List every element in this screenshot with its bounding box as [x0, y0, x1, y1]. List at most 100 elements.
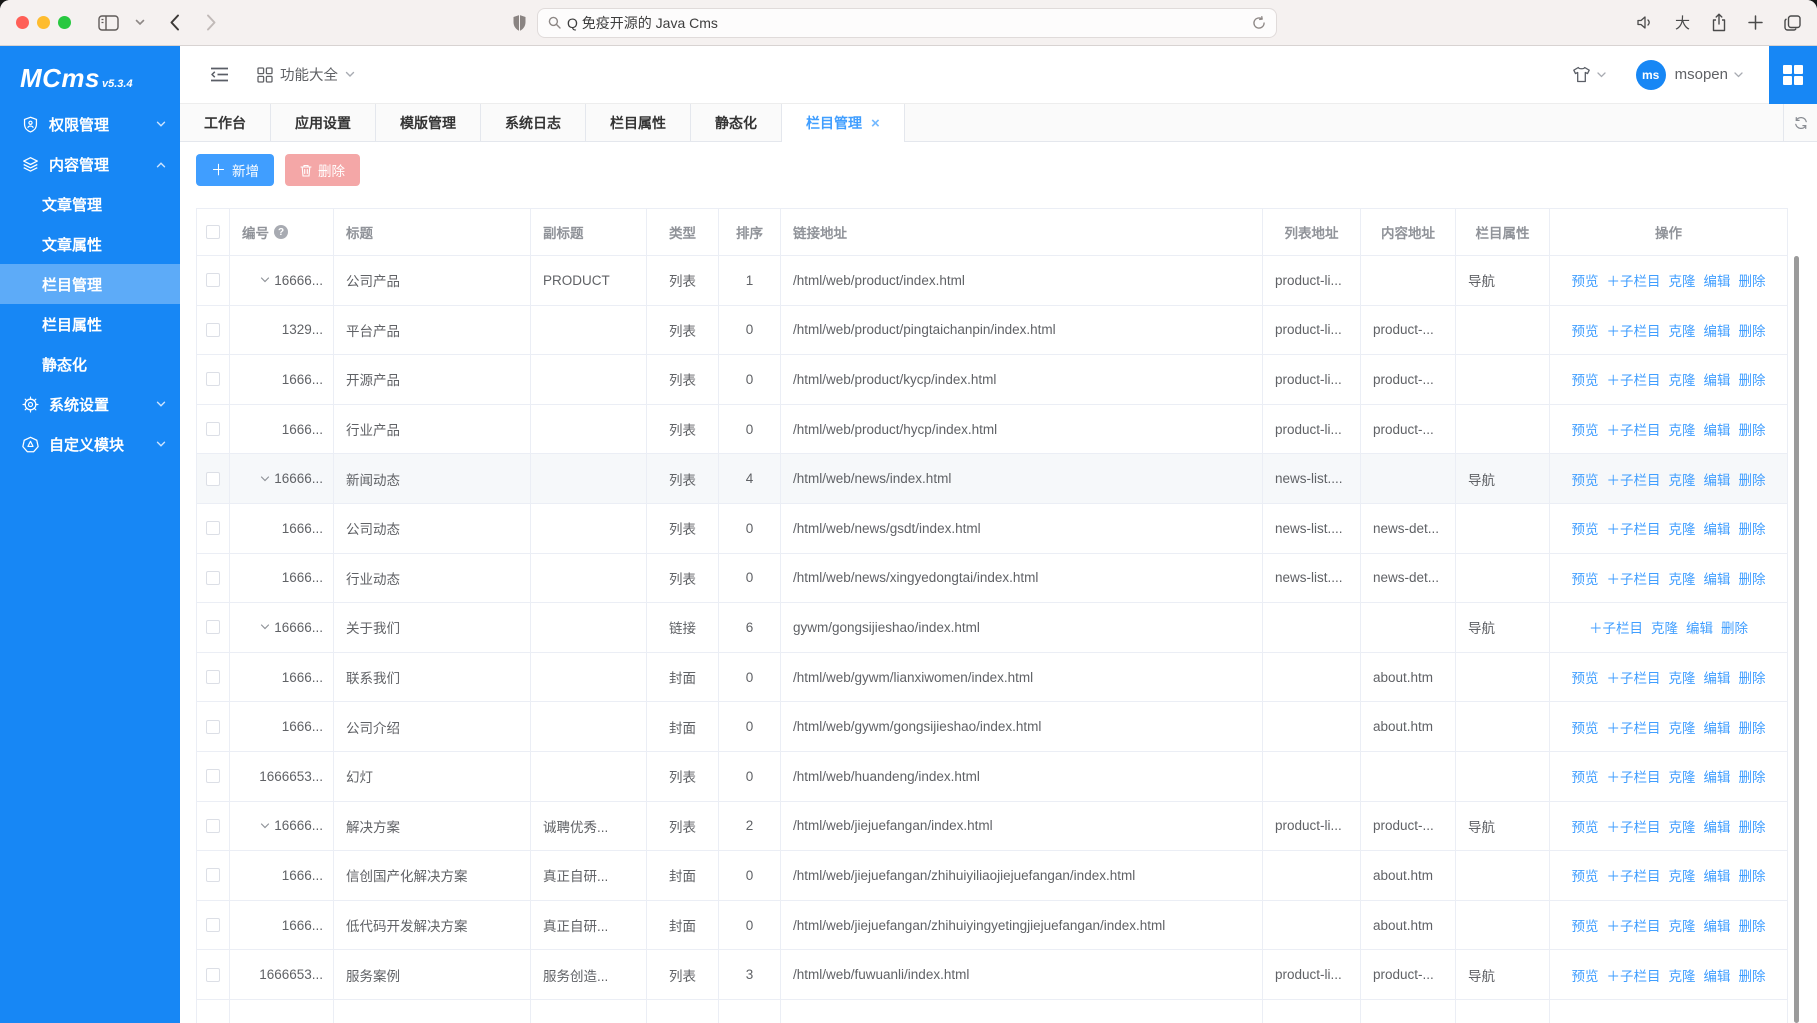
op-preview-link[interactable]: 预览 [1572, 965, 1599, 985]
maximize-window-icon[interactable] [58, 16, 71, 29]
sidebar-toggle-icon[interactable] [98, 15, 119, 31]
op-edit-link[interactable]: 编辑 [1704, 518, 1731, 538]
sidebar-item-0[interactable]: 权限管理 [0, 104, 180, 144]
sidebar-chevron-icon[interactable] [135, 19, 145, 26]
op-delete-link[interactable]: 删除 [1739, 270, 1766, 290]
op-delete-link[interactable]: 删除 [1739, 667, 1766, 687]
op-edit-link[interactable]: 编辑 [1704, 965, 1731, 985]
op-clone-link[interactable]: 克隆 [1669, 667, 1696, 687]
op-delete-link[interactable]: 删除 [1739, 568, 1766, 588]
sidebar-item-6[interactable]: 静态化 [0, 344, 180, 384]
op-edit-link[interactable]: 编辑 [1704, 469, 1731, 489]
op-add-sub-column-link[interactable]: ＋子栏目 [1607, 518, 1661, 538]
op-preview-link[interactable]: 预览 [1572, 369, 1599, 389]
op-edit-link[interactable]: 编辑 [1704, 369, 1731, 389]
op-preview-link[interactable]: 预览 [1572, 717, 1599, 737]
delete-button[interactable]: 删除 [285, 154, 360, 186]
add-button[interactable]: ＋ 新增 [196, 154, 274, 186]
op-preview-link[interactable]: 预览 [1572, 320, 1599, 340]
op-edit-link[interactable]: 编辑 [1704, 419, 1731, 439]
op-edit-link[interactable]: 编辑 [1704, 568, 1731, 588]
op-add-sub-column-link[interactable]: ＋子栏目 [1607, 717, 1661, 737]
close-window-icon[interactable] [16, 16, 29, 29]
vertical-scrollbar[interactable] [1794, 256, 1799, 1023]
op-edit-link[interactable]: 编辑 [1704, 667, 1731, 687]
app-launcher-button[interactable] [1769, 46, 1817, 104]
op-edit-link[interactable]: 编辑 [1686, 617, 1713, 637]
op-edit-link[interactable]: 编辑 [1704, 766, 1731, 786]
op-delete-link[interactable]: 删除 [1739, 320, 1766, 340]
row-checkbox[interactable] [206, 918, 220, 932]
op-add-sub-column-link[interactable]: ＋子栏目 [1607, 865, 1661, 885]
op-delete-link[interactable]: 删除 [1721, 617, 1748, 637]
op-add-sub-column-link[interactable]: ＋子栏目 [1607, 816, 1661, 836]
row-checkbox[interactable] [206, 819, 220, 833]
sidebar-item-4[interactable]: 栏目管理 [0, 264, 180, 304]
op-add-sub-column-link[interactable]: ＋子栏目 [1607, 915, 1661, 935]
op-add-sub-column-link[interactable]: ＋子栏目 [1607, 766, 1661, 786]
op-clone-link[interactable]: 克隆 [1669, 965, 1696, 985]
op-delete-link[interactable]: 删除 [1739, 717, 1766, 737]
op-edit-link[interactable]: 编辑 [1704, 865, 1731, 885]
text-size-icon[interactable]: 大 [1675, 12, 1690, 33]
tab-4[interactable]: 栏目属性 [586, 104, 691, 141]
op-preview-link[interactable]: 预览 [1572, 568, 1599, 588]
sidebar-item-8[interactable]: 自定义模块 [0, 424, 180, 464]
op-add-sub-column-link[interactable]: ＋子栏目 [1589, 617, 1643, 637]
speaker-icon[interactable] [1636, 15, 1654, 30]
op-clone-link[interactable]: 克隆 [1669, 816, 1696, 836]
row-checkbox[interactable] [206, 720, 220, 734]
row-checkbox[interactable] [206, 422, 220, 436]
row-checkbox[interactable] [206, 769, 220, 783]
op-delete-link[interactable]: 删除 [1739, 419, 1766, 439]
op-clone-link[interactable]: 克隆 [1669, 469, 1696, 489]
row-checkbox[interactable] [206, 273, 220, 287]
back-icon[interactable] [169, 14, 180, 31]
row-checkbox[interactable] [206, 521, 220, 535]
sidebar-item-2[interactable]: 文章管理 [0, 184, 180, 224]
tab-close-icon[interactable]: × [871, 116, 880, 131]
op-clone-link[interactable]: 克隆 [1669, 320, 1696, 340]
op-preview-link[interactable]: 预览 [1572, 667, 1599, 687]
sidebar-item-1[interactable]: 内容管理 [0, 144, 180, 184]
op-clone-link[interactable]: 克隆 [1669, 915, 1696, 935]
privacy-shield-icon[interactable] [512, 14, 527, 32]
tab-1[interactable]: 应用设置 [271, 104, 376, 141]
op-preview-link[interactable]: 预览 [1572, 915, 1599, 935]
op-delete-link[interactable]: 删除 [1739, 766, 1766, 786]
theme-switcher[interactable] [1571, 66, 1606, 83]
row-checkbox[interactable] [206, 670, 220, 684]
tab-2[interactable]: 模版管理 [376, 104, 481, 141]
tab-0[interactable]: 工作台 [180, 104, 271, 141]
row-checkbox[interactable] [206, 620, 220, 634]
op-preview-link[interactable]: 预览 [1572, 518, 1599, 538]
user-menu[interactable]: ms msopen [1636, 60, 1743, 90]
row-checkbox[interactable] [206, 323, 220, 337]
op-add-sub-column-link[interactable]: ＋子栏目 [1607, 667, 1661, 687]
op-edit-link[interactable]: 编辑 [1704, 717, 1731, 737]
op-add-sub-column-link[interactable]: ＋子栏目 [1607, 965, 1661, 985]
reload-icon[interactable] [1252, 16, 1266, 30]
tab-overview-icon[interactable] [1784, 15, 1801, 31]
tab-6[interactable]: 栏目管理× [782, 104, 905, 142]
op-add-sub-column-link[interactable]: ＋子栏目 [1607, 419, 1661, 439]
op-add-sub-column-link[interactable]: ＋子栏目 [1607, 320, 1661, 340]
row-checkbox[interactable] [206, 868, 220, 882]
op-clone-link[interactable]: 克隆 [1669, 270, 1696, 290]
expand-caret-icon[interactable] [259, 621, 271, 633]
expand-caret-icon[interactable] [259, 274, 271, 286]
op-clone-link[interactable]: 克隆 [1669, 419, 1696, 439]
op-edit-link[interactable]: 编辑 [1704, 270, 1731, 290]
op-clone-link[interactable]: 克隆 [1669, 766, 1696, 786]
op-preview-link[interactable]: 预览 [1572, 816, 1599, 836]
op-edit-link[interactable]: 编辑 [1704, 816, 1731, 836]
op-add-sub-column-link[interactable]: ＋子栏目 [1607, 369, 1661, 389]
refresh-tab-button[interactable] [1783, 104, 1817, 141]
share-icon[interactable] [1711, 13, 1727, 32]
op-preview-link[interactable]: 预览 [1572, 766, 1599, 786]
help-icon[interactable]: ? [274, 225, 288, 239]
tab-5[interactable]: 静态化 [691, 104, 782, 141]
forward-icon[interactable] [206, 14, 217, 31]
op-add-sub-column-link[interactable]: ＋子栏目 [1607, 568, 1661, 588]
op-delete-link[interactable]: 删除 [1739, 518, 1766, 538]
